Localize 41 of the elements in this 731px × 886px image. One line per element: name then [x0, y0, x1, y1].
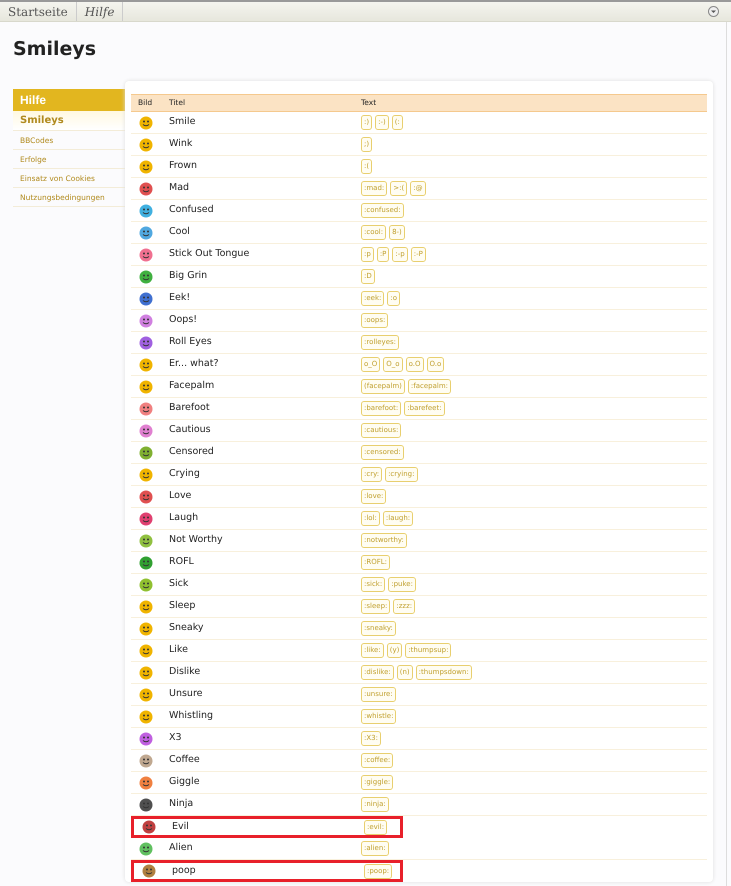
- smiley-title: Dislike: [168, 665, 202, 680]
- smiley-title: Laugh: [168, 511, 200, 526]
- smiley-title: Giggle: [168, 775, 201, 790]
- sidebar-heading: Hilfe: [13, 89, 125, 111]
- smiley-title: Eek!: [168, 291, 192, 306]
- smiley-title: Wink: [168, 137, 194, 152]
- smiley-title: Whistling: [168, 709, 214, 724]
- smiley-title: Mad: [168, 181, 190, 196]
- smiley-title: Crying: [168, 467, 201, 482]
- smiley-title: Roll Eyes: [168, 335, 213, 350]
- smiley-title: Evil: [171, 820, 190, 834]
- smiley-title: Big Grin: [168, 269, 208, 284]
- smiley-title: Oops!: [168, 313, 198, 328]
- smiley-title: Cautious: [168, 423, 212, 438]
- smiley-title: Sleep: [168, 599, 196, 614]
- smiley-title: ROFL: [168, 555, 195, 570]
- smiley-title: Not Worthy: [168, 533, 224, 548]
- smiley-title: X3: [168, 731, 183, 746]
- smiley-title: Censored: [168, 445, 215, 460]
- smiley-title: Ninja: [168, 797, 194, 812]
- sidebar-item[interactable]: Smileys: [13, 111, 125, 131]
- smiley-title: poop: [171, 864, 197, 878]
- smiley-title: Er... what?: [168, 357, 220, 372]
- smiley-title: Smile: [168, 115, 196, 130]
- smiley-title: Frown: [168, 159, 198, 174]
- smiley-title: Love: [168, 489, 192, 504]
- smiley-title: Coffee: [168, 753, 201, 768]
- smiley-title: Unsure: [168, 687, 204, 702]
- smiley-title: Confused: [168, 203, 215, 218]
- smiley-title: Sneaky: [168, 621, 205, 636]
- smiley-title: Barefoot: [168, 401, 211, 416]
- page-title: Smileys: [13, 37, 98, 62]
- smiley-title: Like: [168, 643, 189, 658]
- smiley-title: Facepalm: [168, 379, 216, 394]
- breadcrumb-link[interactable]: Startseite: [0, 2, 77, 21]
- breadcrumb-link[interactable]: Hilfe: [76, 2, 124, 21]
- smiley-title: Stick Out Tongue: [168, 247, 250, 262]
- smiley-title: Sick: [168, 577, 190, 592]
- smiley-title: Alien: [168, 841, 194, 856]
- smiley-title: Cool: [168, 225, 191, 240]
- dropdown-icon[interactable]: [708, 6, 719, 17]
